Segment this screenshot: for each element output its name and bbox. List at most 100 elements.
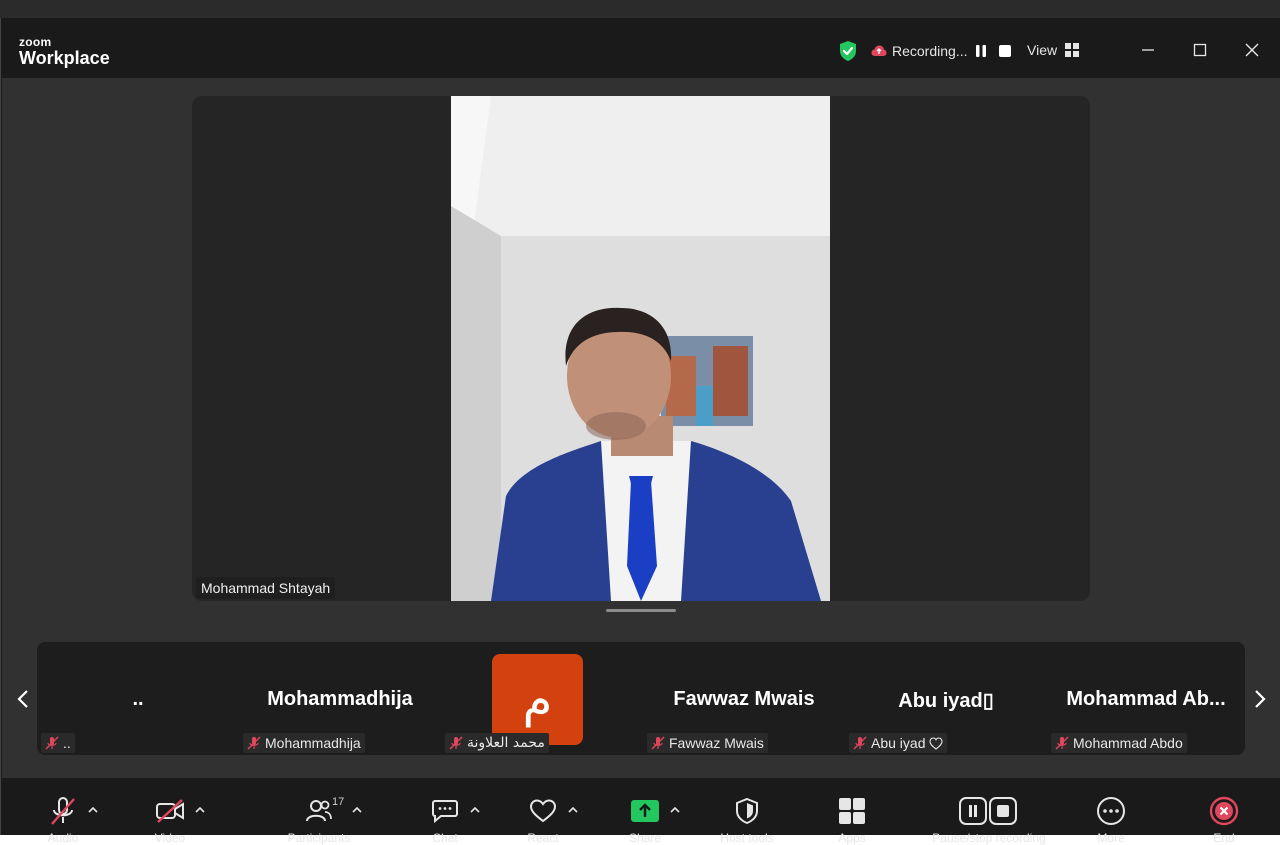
- participant-name-tag: Mohammadhija: [243, 733, 365, 753]
- share-label: Share: [628, 831, 662, 845]
- end-meeting-button[interactable]: End: [1207, 794, 1241, 845]
- heart-react-icon: [526, 794, 560, 828]
- view-label: View: [1027, 42, 1058, 58]
- participant-tag-label: محمد العلاونة: [467, 735, 545, 751]
- participant-display-name: Mohammadhija: [267, 688, 413, 710]
- encryption-shield-icon[interactable]: [837, 40, 859, 62]
- participant-tag-label: ..: [63, 735, 71, 751]
- audio-button[interactable]: Audio: [46, 794, 100, 845]
- participant-tag-label: Abu iyad: [871, 735, 926, 751]
- muted-mic-icon: [853, 736, 867, 750]
- participants-label: Participants: [287, 831, 351, 845]
- cloud-recording-icon: [871, 44, 887, 58]
- speaker-person-image: [451, 96, 830, 601]
- muted-mic-icon: [651, 736, 665, 750]
- participants-count: 17: [332, 796, 345, 808]
- end-label: End: [1213, 831, 1235, 845]
- participant-tile[interactable]: .. ..: [37, 642, 239, 755]
- share-button[interactable]: Share: [628, 794, 682, 845]
- participant-display-name: ..: [132, 688, 144, 710]
- participant-tile[interactable]: Mohammadhija Mohammadhija: [239, 642, 441, 755]
- meeting-toolbar: Audio Video 17 Participants Chat React S…: [2, 778, 1280, 845]
- host-tools-button[interactable]: Host tools: [720, 794, 774, 845]
- participants-options-chevron-icon[interactable]: [350, 803, 364, 817]
- active-speaker-video[interactable]: Mohammad Shtayah: [192, 96, 1090, 601]
- participant-name-tag: Abu iyad: [849, 733, 948, 753]
- logo-zoom-text: zoom: [19, 35, 52, 49]
- more-ellipsis-icon: [1094, 794, 1128, 828]
- recording-group: Recording...: [837, 38, 1015, 64]
- react-button[interactable]: React: [526, 794, 580, 845]
- participant-avatar: م: [492, 654, 583, 745]
- zoom-logo: zoom Workplace: [19, 36, 110, 67]
- stop-recording-icon[interactable]: [995, 41, 1015, 61]
- pause-recording-icon[interactable]: [971, 41, 991, 61]
- apps-label: Apps: [838, 831, 866, 845]
- pause-stop-recording-icon: [959, 794, 1017, 828]
- video-off-icon: [153, 794, 187, 828]
- participant-name-tag: محمد العلاونة: [445, 733, 549, 753]
- more-button[interactable]: More: [1094, 794, 1128, 845]
- speaker-camera-feed: [451, 96, 830, 601]
- video-button[interactable]: Video: [153, 794, 207, 845]
- recording-controls-label: Pause/stop recording: [932, 831, 1046, 845]
- participant-tag-label: Mohammad Abdo: [1073, 735, 1183, 751]
- chat-icon: [428, 794, 462, 828]
- participant-gallery-strip: .. .. Mohammadhija Mohammadhija م محمد ا…: [37, 642, 1245, 755]
- close-icon[interactable]: [1242, 40, 1262, 60]
- muted-microphone-icon: [46, 794, 80, 828]
- participant-name-tag: Mohammad Abdo: [1051, 733, 1187, 753]
- speaker-name-label: Mohammad Shtayah: [196, 577, 336, 599]
- participant-tile[interactable]: م محمد العلاونة: [441, 642, 643, 755]
- minimize-icon[interactable]: [1138, 40, 1158, 60]
- maximize-icon[interactable]: [1190, 40, 1210, 60]
- grid-view-icon: [1065, 43, 1080, 57]
- muted-mic-icon: [45, 736, 59, 750]
- meeting-content: Mohammad Shtayah .. .. Mohammadhija Moha…: [2, 78, 1280, 835]
- video-options-chevron-icon[interactable]: [193, 803, 207, 817]
- audio-label: Audio: [47, 831, 79, 845]
- more-label: More: [1097, 831, 1125, 845]
- muted-mic-icon: [449, 736, 463, 750]
- participant-name-tag: ..: [41, 733, 75, 753]
- end-meeting-icon: [1207, 794, 1241, 828]
- audio-options-chevron-icon[interactable]: [86, 803, 100, 817]
- recording-status-label: Recording...: [892, 43, 968, 59]
- participant-display-name: Mohammad Ab...: [1066, 688, 1226, 710]
- participant-display-name: Fawwaz Mwais: [673, 688, 815, 710]
- gallery-next-arrow-icon[interactable]: [1250, 684, 1270, 714]
- participants-icon: [302, 794, 336, 828]
- share-options-chevron-icon[interactable]: [668, 803, 682, 817]
- participant-name-tag: Fawwaz Mwais: [647, 733, 768, 753]
- muted-mic-icon: [247, 736, 261, 750]
- chat-options-chevron-icon[interactable]: [468, 803, 482, 817]
- apps-button[interactable]: Apps: [835, 794, 869, 845]
- react-label: React: [527, 831, 559, 845]
- participant-tag-label: Fawwaz Mwais: [669, 735, 764, 751]
- view-button[interactable]: View: [1027, 42, 1080, 58]
- muted-mic-icon: [1055, 736, 1069, 750]
- recording-controls-button[interactable]: Pause/stop recording: [932, 794, 1046, 845]
- participant-tile[interactable]: Mohammad Ab... Mohammad Abdo: [1047, 642, 1245, 755]
- heart-icon: [929, 736, 944, 750]
- zoom-window: zoom Workplace Recording... View Mohamma…: [0, 18, 1280, 845]
- avatar-letter: م: [522, 671, 553, 728]
- logo-workplace-text: Workplace: [19, 48, 110, 68]
- resize-handle[interactable]: [606, 609, 676, 612]
- react-options-chevron-icon[interactable]: [566, 803, 580, 817]
- share-screen-icon: [628, 794, 662, 828]
- gallery-prev-arrow-icon[interactable]: [13, 684, 33, 714]
- desktop-top-strip: [0, 0, 1280, 18]
- apps-grid-icon: [835, 794, 869, 828]
- participant-tag-label: Mohammadhija: [265, 735, 361, 751]
- participant-tile[interactable]: Fawwaz Mwais Fawwaz Mwais: [643, 642, 845, 755]
- security-shield-icon: [730, 794, 764, 828]
- host-tools-label: Host tools: [720, 831, 774, 845]
- title-bar: zoom Workplace Recording... View: [1, 18, 1280, 78]
- chat-button[interactable]: Chat: [428, 794, 482, 845]
- participant-display-name: Abu iyad▯: [898, 690, 994, 712]
- video-label: Video: [154, 831, 186, 845]
- participants-button[interactable]: 17 Participants: [288, 794, 364, 845]
- chat-label: Chat: [432, 831, 458, 845]
- participant-tile[interactable]: Abu iyad▯ Abu iyad: [845, 642, 1047, 755]
